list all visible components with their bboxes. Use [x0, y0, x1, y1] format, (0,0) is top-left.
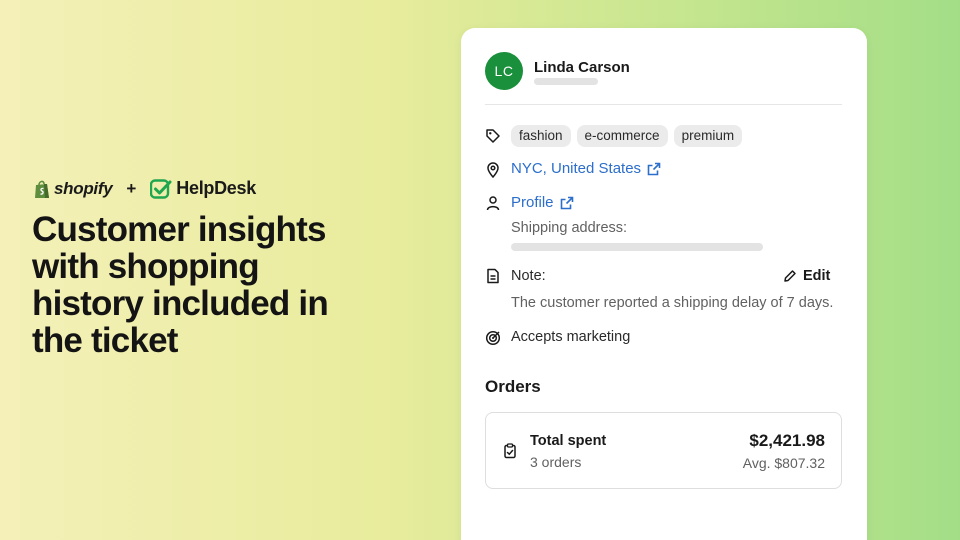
- customer-card: LC Linda Carson fashion e-commerce premi…: [461, 28, 867, 540]
- tag-icon: [486, 129, 500, 143]
- brand-row: shopify + HelpDesk: [33, 178, 256, 199]
- accepts-marketing: Accepts marketing: [511, 329, 631, 345]
- divider: [485, 104, 842, 105]
- shopify-wordmark: shopify: [54, 178, 113, 198]
- document-icon: [487, 268, 499, 284]
- shopify-bag-icon: [35, 180, 49, 198]
- location-link[interactable]: NYC, United States: [511, 160, 661, 177]
- note-label: Note:: [511, 268, 546, 284]
- profile-text: Profile: [511, 194, 554, 211]
- clipboard-check-icon: [504, 443, 516, 459]
- person-icon: [486, 196, 500, 211]
- headline: Customer insights with shopping history …: [32, 210, 329, 360]
- customer-email-placeholder: [534, 78, 598, 85]
- avatar: LC: [485, 52, 523, 90]
- plus-sign: +: [126, 178, 137, 198]
- orders-title: Orders: [485, 377, 541, 396]
- tag-premium[interactable]: premium: [673, 125, 743, 147]
- edit-note-button[interactable]: Edit: [783, 268, 830, 284]
- tag-ecommerce[interactable]: e-commerce: [576, 125, 668, 147]
- customer-name: Linda Carson: [534, 59, 630, 76]
- helpdesk-check-icon: [150, 178, 172, 199]
- location-pin-icon: [487, 162, 499, 178]
- helpdesk-wordmark: HelpDesk: [176, 178, 256, 198]
- target-icon: [485, 330, 501, 346]
- total-spent-amount: $2,421.98: [749, 431, 825, 450]
- location-text: NYC, United States: [511, 160, 642, 177]
- shipping-address-placeholder: [511, 243, 763, 251]
- pencil-icon: [784, 270, 796, 282]
- helpdesk-logo: HelpDesk: [150, 178, 256, 199]
- external-link-icon: [560, 196, 573, 209]
- order-count: 3 orders: [530, 454, 582, 470]
- shipping-label: Shipping address:: [511, 220, 628, 236]
- average-order-value: Avg. $807.32: [742, 455, 825, 471]
- tag-fashion[interactable]: fashion: [511, 125, 571, 147]
- profile-link[interactable]: Profile: [511, 194, 574, 211]
- shopify-logo: shopify: [33, 178, 113, 199]
- external-link-icon: [647, 162, 661, 175]
- tag-list: fashion e-commerce premium: [511, 125, 743, 147]
- orders-summary[interactable]: Total spent 3 orders $2,421.98 Avg. $807…: [485, 412, 842, 489]
- total-spent-label: Total spent: [530, 433, 607, 449]
- note-text: The customer reported a shipping delay o…: [511, 295, 834, 311]
- edit-label: Edit: [803, 268, 831, 284]
